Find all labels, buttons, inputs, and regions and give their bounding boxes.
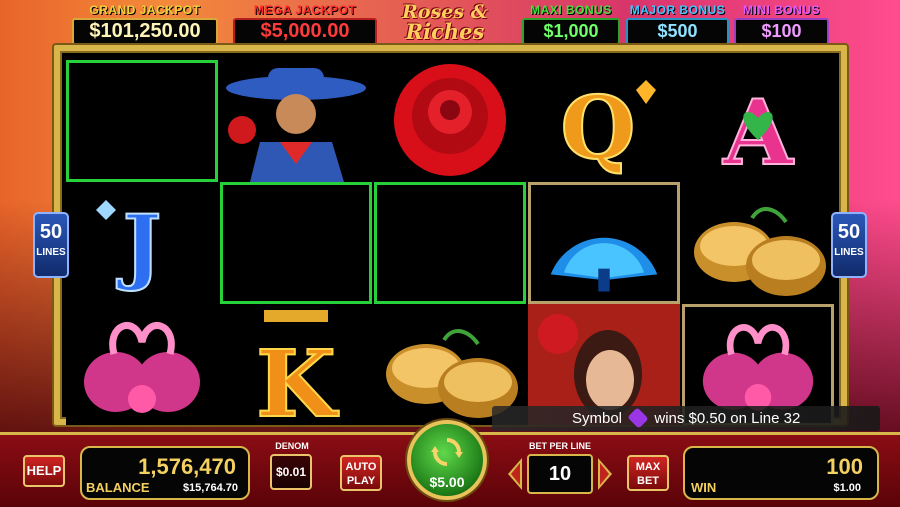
q-gold-symbol-icon: Q <box>560 77 656 180</box>
grand-jackpot-label: GRAND JACKPOT <box>89 3 201 17</box>
a-pink-symbol-icon: A <box>721 79 795 182</box>
win-message-prefix: Symbol <box>572 410 623 427</box>
auto-play-line-2: PLAY <box>346 475 376 487</box>
max-bet-line-1: MAX <box>635 461 661 473</box>
auto-play-line-1: AUTO <box>345 461 377 473</box>
lines-count: 50 <box>39 221 63 243</box>
swan-glasses-symbol-icon <box>84 322 200 413</box>
mega-jackpot-label: MEGA JACKPOT <box>253 3 357 17</box>
lines-label: LINES <box>834 247 864 258</box>
reel-grid: JK QA <box>66 60 834 425</box>
max-bet-line-2: BET <box>637 475 659 487</box>
svg-text:K: K <box>256 330 339 425</box>
balance-credits: 1,576,470 <box>138 454 236 479</box>
maxi-bonus: MAXI BONUS $1,000 <box>522 3 620 45</box>
rose-wild-symbol-icon <box>394 64 506 176</box>
win-cash: $1.00 <box>833 482 861 494</box>
maxi-bonus-label: MAXI BONUS <box>530 3 612 17</box>
k-gold-symbol-icon: K <box>255 310 340 425</box>
castanets-symbol-icon <box>694 207 826 296</box>
bet-per-line-label: BET PER LINE <box>528 441 591 451</box>
balance-label: BALANCE <box>86 480 150 495</box>
bet-decrease-arrow-icon[interactable] <box>508 458 522 490</box>
major-bonus: MAJOR BONUS $500 <box>626 3 729 45</box>
grand-jackpot-value: $101,250.00 <box>72 18 218 45</box>
reel-cell-caballero <box>220 60 372 182</box>
bet-increase-arrow-icon[interactable] <box>598 458 612 490</box>
max-bet-button[interactable]: MAX BET <box>627 455 669 491</box>
caballero-symbol-icon <box>226 68 366 182</box>
spin-button[interactable]: $5.00 <box>407 420 487 500</box>
lines-count: 50 <box>837 221 861 243</box>
reel-cell-j-blue: J <box>66 182 218 304</box>
logo-line-2: Riches <box>405 19 485 44</box>
svg-text:Q: Q <box>561 78 636 179</box>
fan-symbol-icon <box>550 237 658 292</box>
balance-panel: 1,576,470 BALANCE $15,764.70 <box>80 446 250 500</box>
mini-bonus-value: $100 <box>734 18 829 45</box>
denom-button[interactable]: $0.01 <box>270 454 312 490</box>
grand-jackpot: GRAND JACKPOT $101,250.00 <box>72 3 218 45</box>
major-bonus-label: MAJOR BONUS <box>629 3 726 17</box>
lines-label: LINES <box>36 247 66 258</box>
balance-cash: $15,764.70 <box>182 482 238 494</box>
reel-cell-q-gold: Q <box>528 60 680 182</box>
mini-bonus: MINI BONUS $100 <box>734 3 829 45</box>
reel-cell-fan <box>528 182 680 304</box>
mini-bonus-label: MINI BONUS <box>743 3 820 17</box>
win-label: WIN <box>691 480 717 495</box>
lines-badge-right: 50 LINES <box>831 212 867 278</box>
reel-cell-swan-glasses <box>66 304 218 425</box>
help-button[interactable]: HELP <box>23 455 65 487</box>
reel-cell-castanets <box>682 182 834 304</box>
reel-cell-k-gold: K <box>220 304 372 425</box>
gem-icon <box>627 407 649 429</box>
reel-cell-a-pink: A <box>682 60 834 182</box>
major-bonus-value: $500 <box>626 18 729 45</box>
win-credits: 100 <box>826 454 863 479</box>
lines-badge-left: 50 LINES <box>33 212 69 278</box>
j-blue-symbol-icon: J <box>96 197 162 295</box>
bet-per-line-value: 10 <box>527 454 593 494</box>
spin-arrows-icon <box>431 438 463 466</box>
maxi-bonus-value: $1,000 <box>522 18 620 45</box>
svg-text:J: J <box>117 198 162 294</box>
reel-cell-blank <box>220 182 372 304</box>
win-panel: 100 WIN $1.00 <box>683 446 879 500</box>
mega-jackpot-value: $5,000.00 <box>233 18 377 45</box>
game-logo: Roses & Riches <box>388 2 502 48</box>
spin-bet: $5.00 <box>429 474 465 490</box>
reel-cell-blank <box>374 182 526 304</box>
win-message-text: wins $0.50 on Line 32 <box>654 410 801 427</box>
mega-jackpot: MEGA JACKPOT $5,000.00 <box>233 3 377 45</box>
win-message: Symbol wins $0.50 on Line 32 <box>492 406 880 431</box>
reel-cell-blank <box>66 60 218 182</box>
denom-label: DENOM <box>275 441 309 451</box>
auto-play-button[interactable]: AUTO PLAY <box>340 455 382 491</box>
reel-cell-rose-wild <box>374 60 526 182</box>
